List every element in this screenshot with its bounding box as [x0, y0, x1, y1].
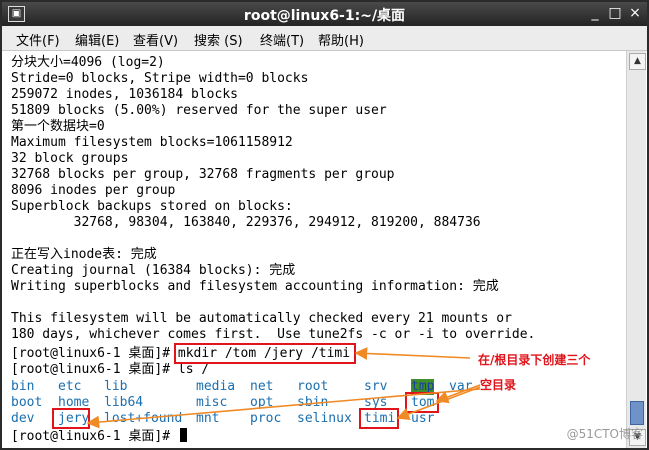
annotation-text-line2: 空目录: [480, 378, 517, 392]
annotation-text-line1: 在/根目录下创建三个: [478, 353, 591, 367]
annotation-arrows: [86, 347, 481, 429]
watermark: @51CTO博客: [566, 427, 643, 441]
